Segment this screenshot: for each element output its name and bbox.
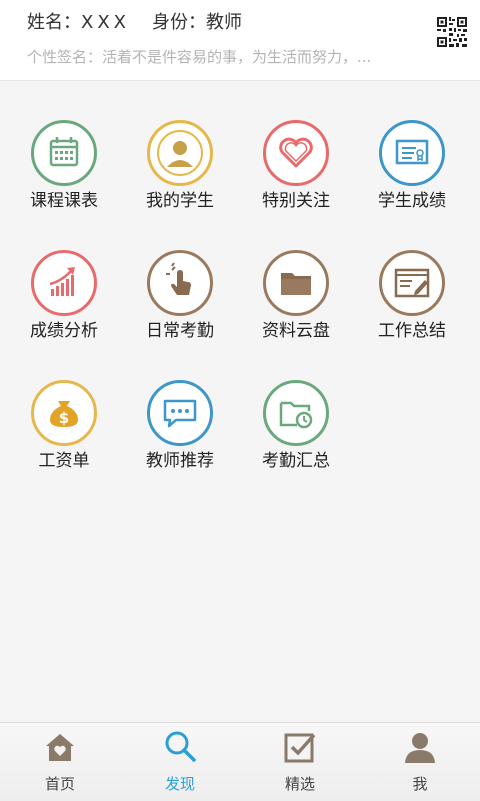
tab-label: 我: [412, 775, 428, 793]
grid-item-label: 资料云盘: [262, 321, 330, 341]
grid-item-label: 成绩分析: [30, 321, 98, 341]
bottom-tab-bar: 首页 发现 精选 我: [0, 722, 480, 801]
grid-item-special-attention[interactable]: 特别关注: [236, 110, 356, 230]
home-icon: [46, 734, 74, 761]
tab-label: 首页: [44, 775, 75, 793]
role-label: 身份：: [152, 12, 206, 33]
grid-item-label: 教师推荐: [146, 451, 214, 471]
tab-home[interactable]: 首页: [0, 723, 120, 801]
hand-tap-icon: [147, 250, 213, 316]
money-bag-icon: $: [31, 380, 97, 446]
checkbox-icon: [284, 733, 316, 763]
tab-discover[interactable]: 发现: [120, 723, 240, 801]
chat-bubble-icon: [147, 380, 213, 446]
grid-item-label: 工作总结: [378, 321, 446, 341]
search-icon: [165, 731, 196, 762]
grid-item-label: 特别关注: [262, 191, 330, 211]
grid-item-my-students[interactable]: 我的学生: [120, 110, 240, 230]
name-value: XXX: [81, 12, 130, 33]
grid-item-label: 日常考勤: [146, 321, 214, 341]
student-icon: [147, 120, 213, 186]
grid-item-cloud-drive[interactable]: 资料云盘: [236, 240, 356, 360]
signature-text: 个性签名：活着不是件容易的事，为生活而努力，...: [27, 48, 372, 66]
heart-icon: [263, 120, 329, 186]
grid-item-label: 学生成绩: [378, 191, 446, 211]
grid-item-course-schedule[interactable]: 课程课表: [4, 110, 124, 230]
tab-featured[interactable]: 精选: [240, 723, 360, 801]
grid-item-label: 工资单: [38, 451, 90, 471]
profile-header: 姓名：XXX 身份：教师 个性签名：活着不是件容易的事，为生活而努力，...: [0, 0, 480, 81]
grid-item-grade-analysis[interactable]: 成绩分析: [4, 240, 124, 360]
svg-text:$: $: [59, 409, 69, 427]
user-icon: [405, 733, 435, 763]
grid-item-attendance-summary[interactable]: 考勤汇总: [236, 370, 356, 490]
bar-chart-icon: [31, 250, 97, 316]
name-label: 姓名：: [27, 12, 81, 33]
grid-item-work-summary[interactable]: 工作总结: [352, 240, 472, 360]
edit-window-icon: [379, 250, 445, 316]
role-value: 教师: [206, 12, 242, 33]
grid-item-label: 课程课表: [30, 191, 98, 211]
grid-item-label: 考勤汇总: [262, 451, 330, 471]
grid-item-daily-attendance[interactable]: 日常考勤: [120, 240, 240, 360]
folder-icon: [263, 250, 329, 316]
identity-line: 姓名：XXX 身份：教师: [27, 8, 242, 34]
grid-item-label: 我的学生: [146, 191, 214, 211]
grid-item-teacher-recommend[interactable]: 教师推荐: [120, 370, 240, 490]
calendar-icon: [31, 120, 97, 186]
tab-me[interactable]: 我: [360, 723, 480, 801]
certificate-icon: [379, 120, 445, 186]
qr-code-icon[interactable]: [436, 16, 468, 48]
folder-clock-icon: [263, 380, 329, 446]
grid-item-student-grades[interactable]: 学生成绩: [352, 110, 472, 230]
grid-item-payslip[interactable]: $ 工资单: [4, 370, 124, 490]
tab-label: 精选: [284, 775, 315, 793]
tab-label: 发现: [164, 775, 195, 793]
